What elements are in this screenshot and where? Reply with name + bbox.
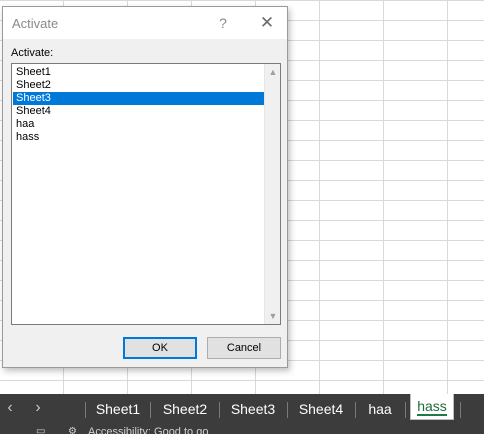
scroll-up-icon[interactable]: ▲ — [265, 64, 281, 80]
list-item-sheet1[interactable]: Sheet1 — [13, 66, 264, 79]
chevron-right-icon[interactable]: › — [28, 394, 48, 424]
tab-haa[interactable]: haa — [360, 394, 400, 424]
list-item-sheet4[interactable]: Sheet4 — [13, 105, 264, 118]
close-button[interactable]: ✕ — [253, 12, 281, 34]
tab-hass-label: hass — [417, 398, 447, 414]
ok-button[interactable]: OK — [123, 337, 197, 359]
tab-sheet1[interactable]: Sheet1 — [90, 394, 146, 424]
list-scrollbar[interactable]: ▲ ▼ — [264, 64, 280, 324]
activate-dialog: Activate ? ✕ Activate: Sheet1 Sheet2 She… — [2, 6, 288, 368]
chevron-left-icon[interactable]: ‹ — [0, 394, 20, 424]
tab-separator — [405, 402, 406, 418]
accessibility-status[interactable]: Accessibility: Good to go — [88, 426, 208, 434]
tab-sheet2[interactable]: Sheet2 — [156, 394, 214, 424]
scroll-down-icon[interactable]: ▼ — [265, 308, 281, 324]
list-label: Activate: — [11, 47, 54, 59]
tab-separator — [85, 402, 86, 418]
tab-separator — [287, 402, 288, 418]
dialog-titlebar[interactable]: Activate ? ✕ — [3, 7, 287, 39]
status-bar: ▭ ⚙ Accessibility: Good to go — [0, 424, 484, 434]
tab-sheet4[interactable]: Sheet4 — [292, 394, 350, 424]
sheet-tab-bar: ‹ › Sheet1 Sheet2 Sheet3 Sheet4 haa hass — [0, 394, 484, 424]
tab-separator — [219, 402, 220, 418]
tab-separator — [355, 402, 356, 418]
help-button[interactable]: ? — [209, 12, 237, 34]
sheet-view-icon[interactable]: ▭ — [36, 426, 45, 434]
tab-separator — [460, 402, 461, 418]
tab-sheet3[interactable]: Sheet3 — [224, 394, 282, 424]
tab-separator — [150, 402, 151, 418]
dialog-title: Activate — [12, 16, 59, 31]
list-item-hass[interactable]: hass — [13, 131, 264, 144]
tab-hass[interactable]: hass — [410, 394, 454, 420]
sheet-listbox[interactable]: Sheet1 Sheet2 Sheet3 Sheet4 haa hass ▲ ▼ — [11, 63, 281, 325]
list-item-sheet2[interactable]: Sheet2 — [13, 79, 264, 92]
cancel-button[interactable]: Cancel — [207, 337, 281, 359]
list-item-haa[interactable]: haa — [13, 118, 264, 131]
active-tab-indicator — [417, 414, 447, 416]
list-item-sheet3[interactable]: Sheet3 — [13, 92, 264, 105]
accessibility-icon[interactable]: ⚙ — [68, 426, 77, 434]
